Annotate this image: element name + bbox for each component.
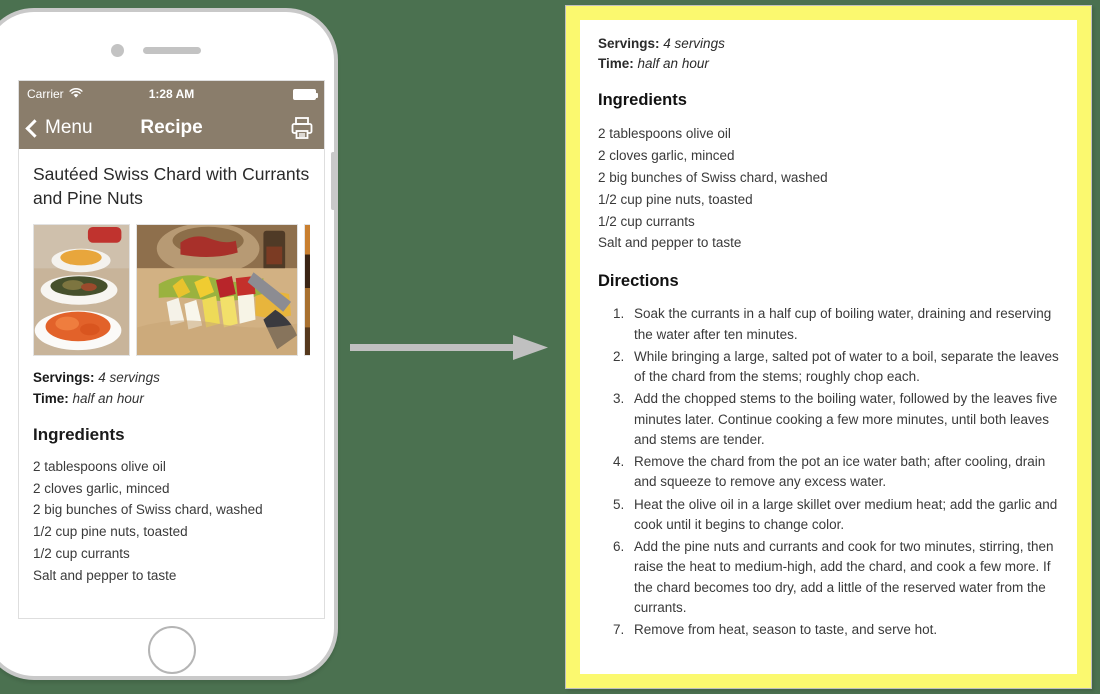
back-button-label: Menu <box>45 117 93 138</box>
list-item: Salt and pepper to taste <box>33 568 177 584</box>
time-line: Time: half an hour <box>33 389 310 409</box>
time-value: half an hour <box>72 390 144 406</box>
doc-directions-list: Soak the currants in a half cup of boili… <box>598 304 1059 640</box>
doc-time-value: half an hour <box>637 55 709 71</box>
doc-ingredients-list: 2 tablespoons olive oil 2 cloves garlic,… <box>598 123 1059 254</box>
printed-document-panel: Servings: 4 servings Time: half an hour … <box>565 5 1092 689</box>
recipe-content[interactable]: Sautéed Swiss Chard with Currants and Pi… <box>19 149 324 618</box>
ingredients-heading: Ingredients <box>33 424 125 444</box>
status-bar-left: Carrier <box>27 87 122 101</box>
front-camera-icon <box>111 44 124 57</box>
list-item: 2 big bunches of Swiss chard, washed <box>598 169 828 185</box>
back-to-menu-button[interactable]: Menu <box>25 117 93 139</box>
doc-ingredients-heading: Ingredients <box>598 91 687 110</box>
status-bar-time: 1:28 AM <box>148 87 195 101</box>
doc-servings-line: Servings: 4 servings <box>598 34 1059 54</box>
battery-full-icon <box>292 88 318 100</box>
list-item: Add the chopped stems to the boiling wat… <box>628 389 1059 450</box>
phone-mockup: Carrier 1:28 AM Menu Recipe Sautéed Swis… <box>0 8 342 688</box>
list-item: Salt and pepper to taste <box>598 235 742 251</box>
navigation-bar: Menu Recipe <box>19 107 324 149</box>
list-item: Add the pine nuts and currants and cook … <box>628 537 1059 618</box>
doc-servings-label: Servings: <box>598 36 660 51</box>
ingredients-list: 2 tablespoons olive oil 2 cloves garlic,… <box>33 456 310 587</box>
list-item: 2 cloves garlic, minced <box>33 480 170 496</box>
phone-screen: Carrier 1:28 AM Menu Recipe Sautéed Swis… <box>18 80 325 619</box>
list-item: 2 cloves garlic, minced <box>598 147 735 163</box>
list-item: Remove the chard from the pot an ice wat… <box>628 452 1059 493</box>
list-item: Soak the currants in a half cup of boili… <box>628 304 1059 345</box>
phone-home-button[interactable] <box>148 626 196 674</box>
doc-directions-heading: Directions <box>598 272 679 291</box>
phone-power-button[interactable] <box>331 152 336 210</box>
time-label: Time: <box>33 390 69 406</box>
doc-time-line: Time: half an hour <box>598 54 1059 74</box>
status-bar: Carrier 1:28 AM <box>19 81 324 107</box>
list-item: 2 tablespoons olive oil <box>598 126 731 142</box>
status-bar-right <box>221 88 318 100</box>
list-item: 2 tablespoons olive oil <box>33 458 166 474</box>
list-item: 1/2 cup pine nuts, toasted <box>33 524 188 540</box>
flow-arrow-right <box>350 333 550 363</box>
print-button[interactable] <box>289 115 315 141</box>
printer-icon <box>291 117 313 139</box>
document-page[interactable]: Servings: 4 servings Time: half an hour … <box>580 20 1077 674</box>
servings-value: 4 servings <box>98 370 160 386</box>
list-item: 1/2 cup pine nuts, toasted <box>598 191 753 207</box>
list-item: 1/2 cup currants <box>598 213 695 229</box>
earpiece-speaker <box>143 47 201 54</box>
photo-carousel[interactable] <box>33 224 310 357</box>
doc-servings-value: 4 servings <box>663 36 725 51</box>
recipe-title: Sautéed Swiss Chard with Currants and Pi… <box>33 164 310 208</box>
doc-time-label: Time: <box>598 55 634 71</box>
photo-bowls-of-food[interactable] <box>33 224 130 357</box>
list-item: Remove from heat, season to taste, and s… <box>628 620 1059 640</box>
list-item: 1/2 cup currants <box>33 546 130 562</box>
wifi-icon <box>69 87 83 101</box>
photo-partial-next[interactable] <box>304 224 310 357</box>
carrier-label: Carrier <box>27 87 64 101</box>
servings-line: Servings: 4 servings <box>33 368 310 388</box>
chevron-left-icon <box>25 118 44 138</box>
list-item: While bringing a large, salted pot of wa… <box>628 347 1059 388</box>
servings-label: Servings: <box>33 370 95 386</box>
photo-chopped-vegetables-cutting-board[interactable] <box>136 224 298 357</box>
list-item: Heat the olive oil in a large skillet ov… <box>628 495 1059 536</box>
list-item: 2 big bunches of Swiss chard, washed <box>33 502 263 518</box>
